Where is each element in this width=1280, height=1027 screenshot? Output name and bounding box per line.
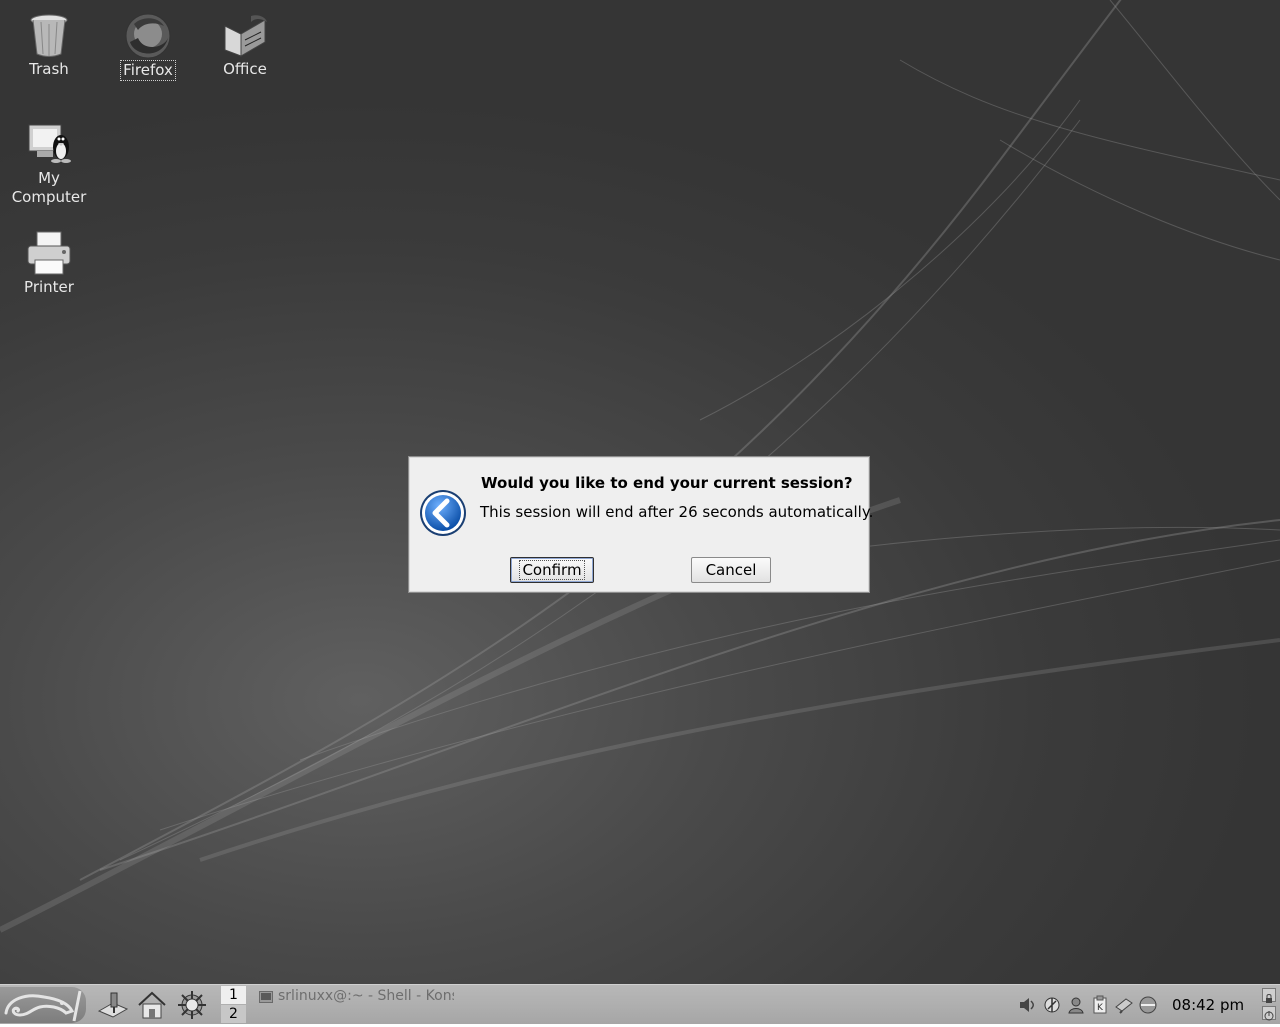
pager-desktop-1[interactable]: 1 (221, 986, 246, 1004)
taskbar: 1 2 srlinuxx@:~ - Shell - Konsole K 08:4… (0, 984, 1280, 1024)
desktop-icon-label: Printer (24, 278, 74, 296)
cancel-button[interactable]: Cancel (691, 557, 771, 583)
update-icon[interactable] (1138, 995, 1158, 1015)
start-menu-button[interactable] (0, 987, 86, 1023)
desktop-icon-printer[interactable]: Printer (1, 230, 97, 297)
lock-screen-icon[interactable] (1262, 988, 1276, 1003)
klipper-icon[interactable]: K (1090, 995, 1110, 1015)
desktop-icon-trash[interactable]: Trash (1, 12, 97, 79)
dialog-title: Would you like to end your current sessi… (481, 474, 853, 492)
show-desktop-icon[interactable] (97, 989, 129, 1021)
trash-icon (25, 12, 73, 60)
desktop-icon-label: Firefox (120, 60, 176, 81)
confirm-button[interactable]: Confirm (510, 557, 594, 583)
terminal-icon (259, 990, 273, 1003)
logout-dialog: Would you like to end your current sessi… (408, 456, 874, 593)
taskbar-item-konsole[interactable]: srlinuxx@:~ - Shell - Konsole (256, 987, 454, 1005)
printer-icon (25, 230, 73, 278)
desktop-pager: 1 2 (221, 986, 246, 1024)
home-folder-icon[interactable] (136, 989, 168, 1021)
logout-arrow-icon (419, 489, 467, 537)
desktop-icon-firefox[interactable]: Firefox (100, 12, 196, 81)
volume-icon[interactable] (1017, 995, 1037, 1015)
taskbar-item-label: srlinuxx@:~ - Shell - Konsole (278, 988, 454, 1004)
dialog-message: This session will end after 26 seconds a… (480, 503, 874, 521)
pager-desktop-2[interactable]: 2 (221, 1005, 246, 1023)
desktop-icon-label: Trash (29, 60, 69, 78)
logout-icon[interactable] (1262, 1006, 1276, 1021)
desktop-icon-label: My Computer (11, 169, 87, 206)
firefox-icon (124, 12, 172, 60)
desktop-icon-office[interactable]: Office (197, 12, 293, 79)
network-icon[interactable] (1042, 995, 1062, 1015)
computer-icon (25, 121, 73, 169)
confirm-button-label: Confirm (519, 560, 585, 580)
desktop-icon-label: Office (223, 60, 267, 78)
clock[interactable]: 08:42 pm (1172, 985, 1244, 1025)
suse-chameleon-icon (4, 990, 82, 1022)
user-icon[interactable] (1066, 995, 1086, 1015)
desktop-icon-my-computer[interactable]: My Computer (1, 121, 97, 207)
office-icon (221, 12, 269, 60)
konqueror-icon[interactable] (176, 989, 208, 1021)
battery-icon[interactable] (1114, 995, 1134, 1015)
